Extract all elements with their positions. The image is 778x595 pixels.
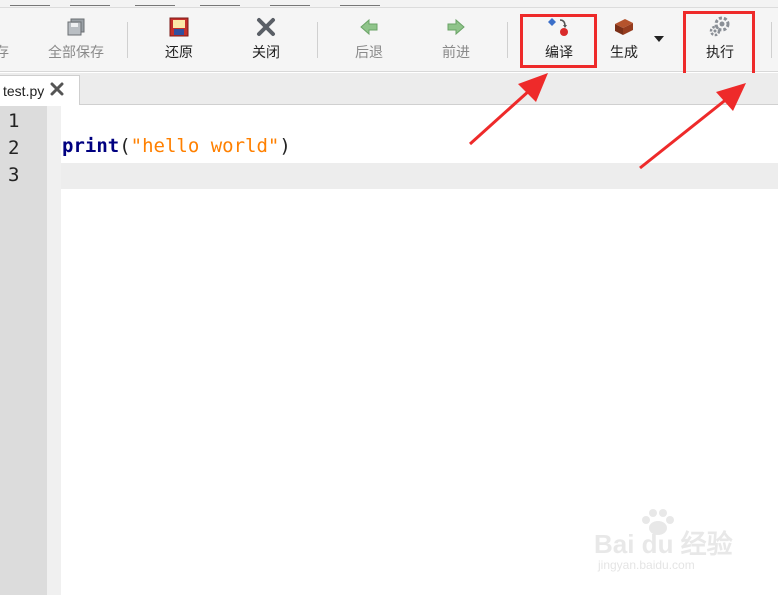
line-number: 3 <box>8 164 20 186</box>
line-number: 2 <box>8 137 20 159</box>
menu-bar <box>0 0 778 8</box>
menu-item[interactable] <box>70 0 110 6</box>
menu-item[interactable] <box>200 0 240 6</box>
toolbar: 存 全部保存 还原 关闭 后退 前进 编译 生成 执行 <box>0 8 778 72</box>
save-all-button[interactable]: 全部保存 <box>34 8 118 70</box>
code-paren-close: ) <box>279 135 291 157</box>
back-label: 后退 <box>355 45 383 61</box>
watermark-logo: Bai du 经验 jingyan.baidu.com <box>594 509 744 580</box>
code-paren-open: ( <box>119 135 131 157</box>
fold-margin <box>47 106 61 595</box>
back-arrow-icon <box>358 16 380 38</box>
code-line-2[interactable]: print("hello world") <box>62 135 291 157</box>
close-tab-icon[interactable] <box>50 81 64 100</box>
save-all-icon <box>65 16 87 38</box>
toolbar-divider <box>127 22 128 58</box>
toolbar-divider <box>771 22 772 58</box>
restore-label: 还原 <box>165 45 193 61</box>
menu-item[interactable] <box>270 0 310 6</box>
forward-label: 前进 <box>442 45 470 61</box>
restore-icon <box>168 16 190 38</box>
forward-button[interactable]: 前进 <box>414 8 498 70</box>
restore-button[interactable]: 还原 <box>137 8 221 70</box>
current-line-highlight <box>61 163 778 189</box>
close-label: 关闭 <box>252 45 280 61</box>
line-number: 1 <box>8 110 20 132</box>
toolbar-divider <box>317 22 318 58</box>
close-button[interactable]: 关闭 <box>224 8 308 70</box>
build-brick-icon <box>613 16 635 38</box>
watermark-url: jingyan.baidu.com <box>598 558 695 572</box>
menu-item[interactable] <box>340 0 380 6</box>
forward-arrow-icon <box>445 16 467 38</box>
toolbar-divider <box>507 22 508 58</box>
save-button[interactable]: 存 <box>0 8 9 70</box>
menu-item[interactable] <box>10 0 50 6</box>
close-icon <box>255 16 277 38</box>
back-button[interactable]: 后退 <box>327 8 411 70</box>
save-button-label: 存 <box>0 45 9 61</box>
compile-highlight-box <box>520 14 597 68</box>
save-all-label: 全部保存 <box>48 45 104 61</box>
tab-test-py[interactable]: test.py <box>0 75 80 105</box>
run-highlight-box <box>683 11 755 77</box>
code-keyword: print <box>62 135 120 157</box>
watermark-brand: Bai du 经验 <box>594 529 733 559</box>
tab-title: test.py <box>3 82 45 99</box>
menu-item[interactable] <box>135 0 175 6</box>
code-string: "hello world" <box>130 135 280 157</box>
build-dropdown-arrow-icon[interactable] <box>654 36 664 42</box>
line-number-gutter: 1 2 3 <box>0 106 47 595</box>
build-label: 生成 <box>610 45 638 61</box>
tab-bar: test.py <box>0 73 778 105</box>
